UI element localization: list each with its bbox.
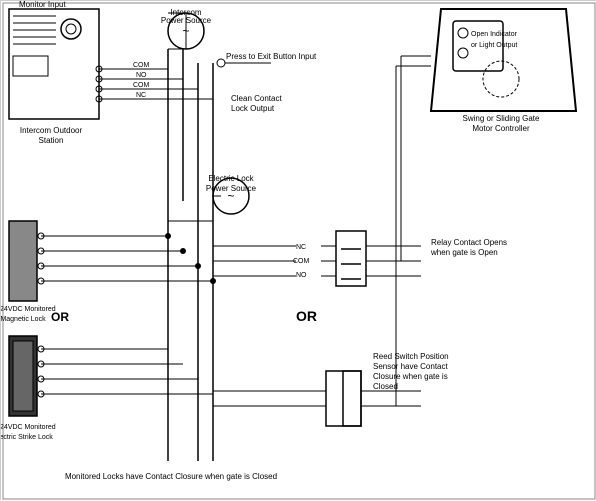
svg-text:Station: Station	[39, 136, 64, 145]
svg-text:Motor Controller: Motor Controller	[472, 124, 530, 133]
svg-text:Lock Output: Lock Output	[231, 104, 275, 113]
svg-text:Power Source: Power Source	[206, 184, 257, 193]
svg-text:NC: NC	[136, 92, 146, 99]
svg-text:Sensor have Contact: Sensor have Contact	[373, 362, 448, 371]
svg-text:Monitor Input: Monitor Input	[19, 1, 66, 9]
svg-text:12/24VDC Monitored: 12/24VDC Monitored	[1, 424, 56, 431]
svg-text:Open Indicator: Open Indicator	[471, 31, 518, 38]
svg-text:Clean Contact: Clean Contact	[231, 94, 282, 103]
svg-text:NO: NO	[296, 272, 307, 279]
svg-text:Press to Exit Button Input: Press to Exit Button Input	[226, 52, 317, 61]
svg-text:Closure when gate is: Closure when gate is	[373, 372, 448, 381]
svg-text:COM: COM	[133, 82, 150, 89]
svg-text:COM: COM	[133, 62, 150, 69]
svg-text:Relay Contact Opens: Relay Contact Opens	[431, 238, 507, 247]
svg-text:or Light Output: or Light Output	[471, 42, 517, 49]
svg-text:Monitored Locks have Contact C: Monitored Locks have Contact Closure whe…	[65, 472, 277, 481]
svg-text:when gate is Open: when gate is Open	[430, 248, 498, 257]
svg-text:Reed Switch Position: Reed Switch Position	[373, 352, 449, 361]
svg-text:NO: NO	[136, 72, 147, 79]
svg-text:Magnetic Lock: Magnetic Lock	[1, 316, 46, 323]
wiring-diagram: Monitor Input ~ Intercom Power Source Pr…	[0, 0, 596, 500]
svg-text:Swing or Sliding Gate: Swing or Sliding Gate	[463, 114, 540, 123]
svg-text:NC: NC	[296, 244, 306, 251]
svg-text:Closed: Closed	[373, 382, 398, 391]
svg-text:Electric Lock: Electric Lock	[208, 174, 254, 183]
svg-text:Intercom Outdoor: Intercom Outdoor	[20, 126, 83, 135]
svg-text:OR: OR	[296, 308, 317, 324]
svg-text:Electric Strike Lock: Electric Strike Lock	[1, 434, 53, 441]
svg-text:12/24VDC Monitored: 12/24VDC Monitored	[1, 306, 56, 313]
